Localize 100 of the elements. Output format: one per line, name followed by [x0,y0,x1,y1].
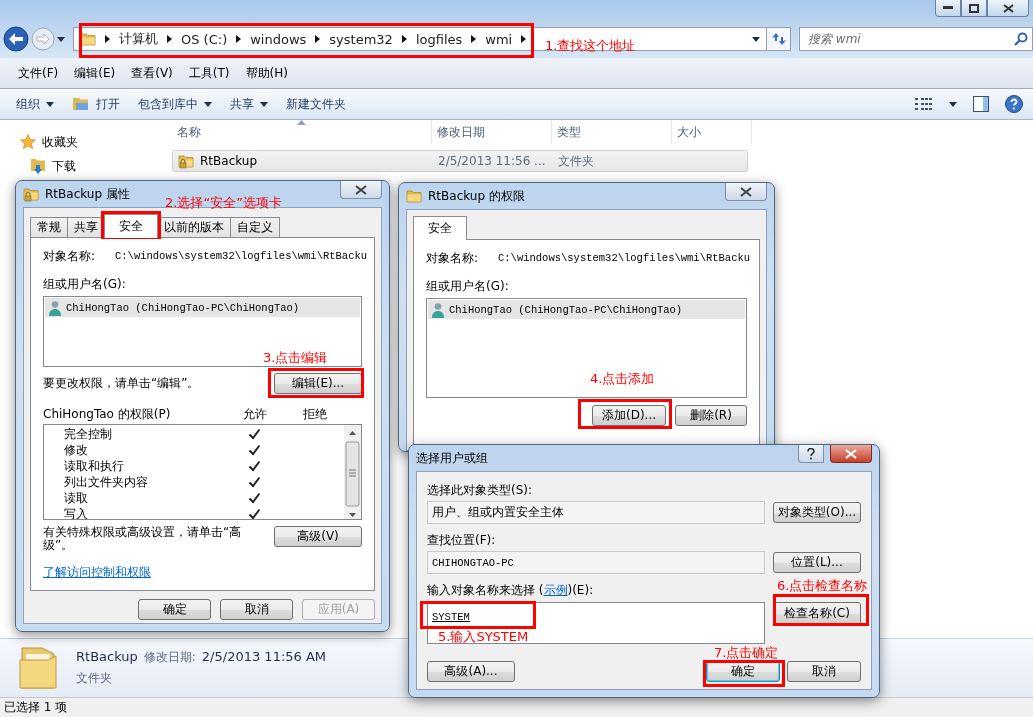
item-type: 文件夹 [76,670,113,687]
maximize-button[interactable] [961,0,987,17]
tab[interactable]: 自定义 [230,217,280,237]
user-name: ChiHongTao (ChiHongTao-PC\ChiHongTao) [449,303,683,316]
menu-item[interactable]: 文件(F) [10,64,67,82]
view-icon[interactable] [915,98,933,110]
toolbar-menu[interactable]: 共享 [224,92,280,116]
column-header: 拒绝 [302,406,328,423]
annotation-text: 7.点击确定 [714,645,779,660]
field-label: 对象名称: [43,247,97,265]
menu-item[interactable]: 帮助(H) [237,64,296,82]
breadcrumb[interactable]: OS (C:) [181,31,228,47]
refresh-button[interactable] [766,28,790,50]
toolbar-menu[interactable]: 包含到库中 [132,92,224,116]
remove-button[interactable]: 删除(R) [675,404,747,426]
chevron-icon[interactable] [521,35,527,43]
field-label: 对象名称: [426,249,480,267]
examples-link[interactable]: 示例 [543,583,568,597]
chevron-icon[interactable] [471,35,477,43]
tab[interactable]: 安全 [104,214,158,238]
close-button[interactable] [830,445,872,463]
user-row[interactable]: ChiHongTao (ChiHongTao-PC\ChiHongTao) [428,300,745,319]
locations-button[interactable]: 位置(L)... [773,552,861,573]
star-icon [20,134,36,150]
advanced-button[interactable]: 高级(A)... [427,661,515,682]
menu-item[interactable]: 工具(T) [180,64,238,82]
view-dropdown-icon [949,101,957,107]
date-label: 修改日期: [143,649,196,666]
file-row[interactable]: RtBackup 2/5/2013 11:56 ... 文件夹 [172,150,748,172]
close-button[interactable] [340,181,382,199]
chevron-icon[interactable] [105,35,110,43]
menu-item[interactable]: 编辑(E) [66,64,124,82]
status-text: 已选择 1 项 [4,699,68,716]
search-field[interactable]: 搜索 wmi [799,27,1033,51]
minimize-icon [943,6,953,10]
breadcrumb[interactable]: wmi [485,31,513,47]
add-button[interactable]: 添加(D)... [592,404,666,426]
chevron-icon[interactable] [167,35,172,43]
permission-name: 读取和执行 [64,457,125,475]
nav-item[interactable]: 收藏夹 [0,132,160,152]
close-button[interactable] [987,0,1029,17]
chevron-icon[interactable] [315,35,321,43]
location-field: CHIHONGTAO-PC [427,551,765,574]
close-button[interactable] [725,183,767,201]
download-folder-icon [30,157,46,175]
breadcrumb[interactable]: windows [250,31,307,47]
close-icon [845,448,857,459]
tab[interactable]: 安全 [413,216,467,240]
breadcrumb[interactable]: system32 [329,31,393,47]
breadcrumb[interactable]: logfiles [415,31,463,47]
field-label: 输入对象名称来选择 (示例)(E): [427,583,594,597]
advanced-button[interactable]: 高级(V) [274,525,362,547]
permission-name: 列出文件夹内容 [64,473,149,491]
folder-icon [18,646,58,690]
item-name: RtBackup [76,649,138,664]
dialog-button[interactable]: 取消 [220,599,293,620]
caret-icon [204,101,212,107]
tab[interactable]: 常规 [30,217,68,237]
chevron-icon[interactable] [401,35,407,43]
dialog-button[interactable]: 确定 [138,599,211,620]
object-path: C:\windows\system32\logfiles\wmi\RtBacku [115,250,368,262]
column-header[interactable]: 修改日期 [432,120,552,144]
object-type-field: 用户、组或内置安全主体 [427,501,765,524]
toolbar-menu[interactable]: 组织 [10,92,66,116]
back-button[interactable] [3,26,29,52]
chevron-icon[interactable] [236,35,242,43]
back-icon [3,26,29,52]
annotation-text: 6.点击检查名称 [777,578,868,593]
field-label: ChiHongTao 的权限(P) [43,406,172,423]
toolbar-button[interactable]: 打开 [66,92,132,116]
scrollbar[interactable] [344,425,361,519]
user-icon [48,299,62,316]
toolbar-button[interactable]: 新建文件夹 [280,92,358,116]
dialog-title: RtBackup 的权限 [428,187,525,205]
breadcrumb[interactable]: 计算机 [119,30,158,48]
column-header[interactable]: 类型 [552,120,672,144]
help-button[interactable] [798,445,824,463]
caret-icon [752,36,760,42]
user-row[interactable]: ChiHongTao (ChiHongTao-PC\ChiHongTao) [45,298,360,317]
date-value: 2/5/2013 11:56 AM [201,649,327,664]
menu-item[interactable]: 查看(V) [123,64,181,82]
help-link[interactable]: 了解访问控制和权限 [43,564,151,580]
maximize-icon [969,3,979,13]
forward-icon [31,27,55,51]
annotation-text: 2.选择“安全”选项卡 [165,195,282,210]
locked-folder-icon [178,153,194,169]
locked-folder-icon [23,186,39,202]
dialog-button[interactable]: 取消 [787,661,861,682]
object-types-button[interactable]: 对象类型(O)... [773,502,861,523]
preview-pane-icon[interactable] [973,96,989,112]
highlight-frame [101,211,161,239]
nav-item[interactable]: 下载 [0,156,160,176]
minimize-button[interactable] [935,0,961,17]
permission-name: 修改 [64,441,89,459]
close-icon [740,186,752,197]
edit-button[interactable]: 编辑(E)... [274,373,362,395]
help-icon[interactable] [1005,95,1023,113]
dialog-button[interactable]: 确定 [706,661,780,682]
history-dropdown[interactable] [57,36,65,42]
column-header[interactable]: 大小 [672,120,752,144]
